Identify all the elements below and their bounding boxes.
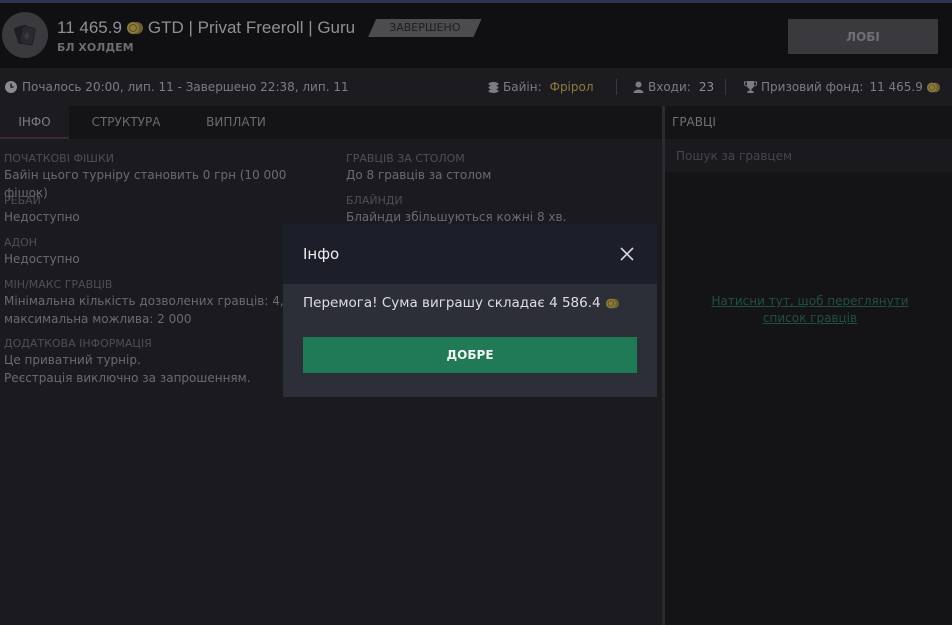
tournament-name: GTD | Privat Freeroll | Guru <box>147 18 356 37</box>
buyin-value: Фрірол <box>549 80 594 94</box>
players-list-area <box>665 172 952 625</box>
tab-payouts[interactable]: ВИПЛАТИ <box>200 106 272 139</box>
times-text: Почалось 20:00, лип. 11 - Завершено 22:3… <box>22 80 349 94</box>
field-value: Недоступно <box>4 252 80 266</box>
rebuy-field: РЕБАЙ Недоступно <box>4 193 324 226</box>
clock-icon <box>5 81 17 93</box>
buyin-info: Байін: Фрірол <box>488 80 594 94</box>
coin-icon <box>126 22 143 34</box>
tournament-title: 11 465.9 GTD | Privat Freeroll | Guru ЗА… <box>57 18 482 38</box>
lobby-button[interactable]: ЛОБІ <box>788 19 938 54</box>
field-value: Це приватний турнір. <box>4 353 141 367</box>
win-message: Перемога! Сума виграшу складає 4 586.4 <box>303 295 601 311</box>
field-label: АДОН <box>4 236 38 249</box>
field-label: ГРАВЦІВ ЗА СТОЛОМ <box>346 152 465 165</box>
coin-icon <box>926 82 940 92</box>
field-label: МІН/МАКС ГРАВЦІВ <box>4 278 113 291</box>
modal-header: Інфо <box>283 224 657 284</box>
tab-structure[interactable]: СТРУКТУРА <box>86 106 166 139</box>
buyin-label: Байін: <box>503 80 542 94</box>
cards-logo-icon <box>2 12 48 58</box>
tournament-tabs: ІНФО СТРУКТУРА ВИПЛАТИ <box>0 106 662 139</box>
prize-fund-value: 11 465.9 <box>869 80 923 94</box>
min-max-players-field: МІН/МАКС ГРАВЦІВ Мінімальна кількість до… <box>4 277 324 328</box>
field-value: Реєстрація виключно за запрошенням. <box>4 371 251 385</box>
ok-button[interactable]: ДОБРЕ <box>303 337 637 373</box>
field-label: БЛАЙНДИ <box>346 194 403 207</box>
info-separator <box>725 79 726 95</box>
field-label: ПОЧАТКОВІ ФІШКИ <box>4 152 114 165</box>
game-type: БЛ ХОЛДЕМ <box>57 41 134 54</box>
info-modal: Інфо Перемога! Сума виграшу складає 4 58… <box>283 224 657 397</box>
field-value: До 8 гравців за столом <box>346 168 492 182</box>
entries-value: 23 <box>698 80 715 94</box>
tournament-times: Почалось 20:00, лип. 11 - Завершено 22:3… <box>4 80 349 94</box>
field-label: РЕБАЙ <box>4 194 41 207</box>
modal-message: Перемога! Сума виграшу складає 4 586.4 <box>303 295 619 311</box>
status-badge: ЗАВЕРШЕНО <box>368 19 481 37</box>
blinds-field: БЛАЙНДИ Блайнди збільшуються кожні 8 хв. <box>346 193 666 226</box>
addon-field: АДОН Недоступно <box>4 235 324 268</box>
tournament-info-bar: Почалось 20:00, лип. 11 - Завершено 22:3… <box>0 68 952 106</box>
player-search-input[interactable] <box>665 139 952 172</box>
trophy-icon <box>744 81 757 93</box>
entries-info: Входи: 23 <box>633 80 714 94</box>
field-value: Мінімальна кількість дозволених гравців:… <box>4 294 284 308</box>
user-icon <box>633 81 644 93</box>
coin-icon <box>605 298 619 308</box>
tab-info[interactable]: ІНФО <box>0 106 69 139</box>
tournament-header: 11 465.9 GTD | Privat Freeroll | Guru ЗА… <box>0 3 952 68</box>
prize-fund-label: Призовий фонд: <box>761 80 864 94</box>
info-separator <box>616 79 617 95</box>
modal-title: Інфо <box>303 245 340 263</box>
entries-label: Входи: <box>648 80 691 94</box>
title-prize-amount: 11 465.9 <box>57 18 122 37</box>
field-label: ДОДАТКОВА ІНФОРМАЦІЯ <box>4 337 152 350</box>
chip-stack-icon <box>488 82 499 93</box>
field-value: Недоступно <box>4 210 80 224</box>
extra-info-field: ДОДАТКОВА ІНФОРМАЦІЯ Це приватний турнір… <box>4 336 324 387</box>
players-panel-title: ГРАВЦІ <box>665 106 952 139</box>
prize-fund-info: Призовий фонд: 11 465.9 <box>744 80 944 94</box>
players-per-table-field: ГРАВЦІВ ЗА СТОЛОМ До 8 гравців за столом <box>346 151 666 184</box>
show-players-link[interactable]: Натисни тут, щоб переглянути список грав… <box>690 293 930 327</box>
field-value: максимальна можлива: 2 000 <box>4 312 192 326</box>
close-icon[interactable] <box>619 246 635 262</box>
